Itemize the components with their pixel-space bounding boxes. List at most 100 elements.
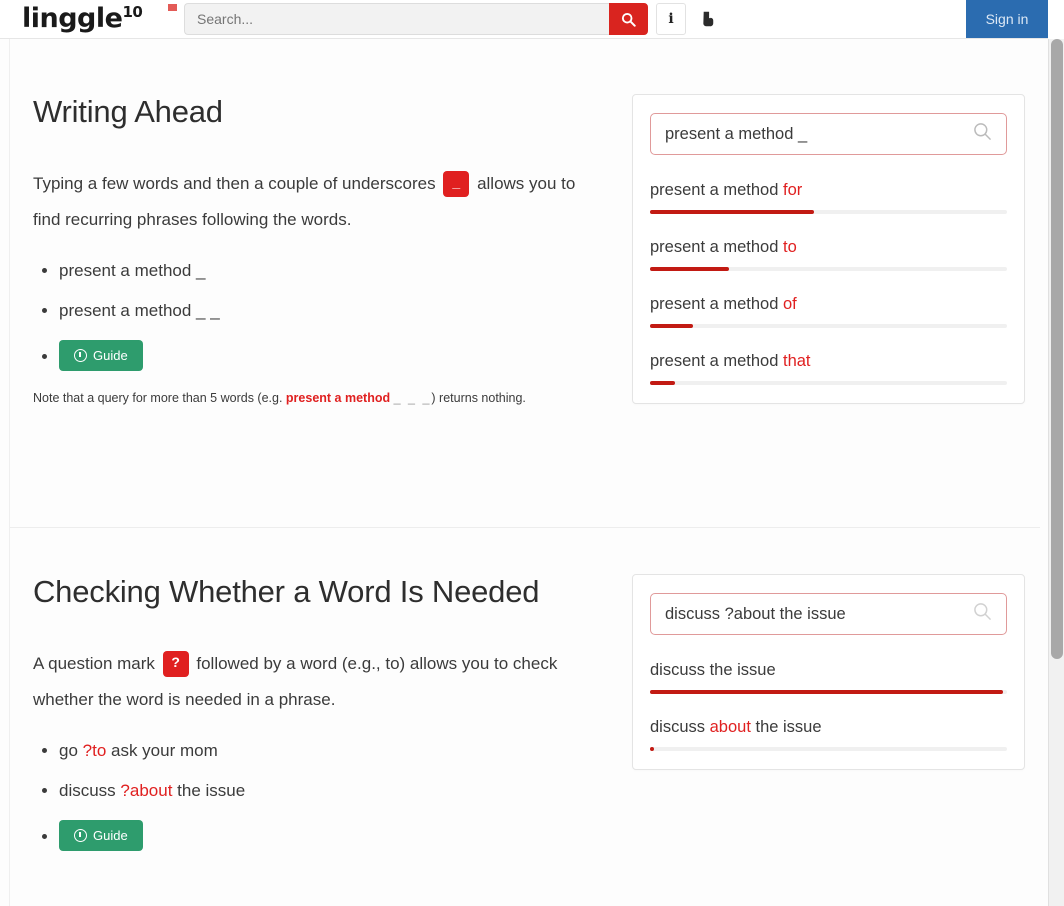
- guide-icon: [74, 829, 87, 842]
- card-query-text: discuss ?about the issue: [665, 604, 846, 623]
- result-row[interactable]: present a method for: [650, 179, 1007, 214]
- guide-button-label: Guide: [93, 828, 128, 843]
- example-highlight: ?to: [82, 741, 107, 760]
- result-text: present a method for: [650, 179, 1007, 201]
- result-highlight: of: [783, 295, 797, 313]
- result-suffix: the issue: [750, 718, 822, 736]
- search-icon: [974, 603, 991, 620]
- hand-pointer-icon: [703, 11, 714, 27]
- result-bar-track: [650, 747, 1007, 751]
- result-row[interactable]: discuss about the issue: [650, 716, 1007, 751]
- card-query-text: present a method _: [665, 124, 808, 143]
- result-row[interactable]: present a method that: [650, 350, 1007, 385]
- section2-example-list: go ?to ask your mom discuss ?about the i…: [33, 740, 613, 851]
- list-item[interactable]: present a method _: [59, 260, 613, 282]
- result-bar-fill: [650, 381, 675, 385]
- result-prefix: present a method: [650, 181, 783, 199]
- result-text: present a method that: [650, 350, 1007, 372]
- result-bar-track: [650, 210, 1007, 214]
- result-bar-fill: [650, 747, 654, 751]
- brand-name: linggle: [22, 2, 123, 34]
- list-item: Guide: [59, 820, 613, 851]
- result-text: discuss about the issue: [650, 716, 1007, 738]
- section-divider: [10, 527, 1040, 528]
- result-bar-track: [650, 324, 1007, 328]
- result-bar-track: [650, 267, 1007, 271]
- note-underscores: _ _ _: [393, 391, 432, 405]
- result-text: present a method to: [650, 236, 1007, 258]
- example-text: present a method _ _: [59, 301, 220, 320]
- list-item[interactable]: present a method _ _: [59, 300, 613, 322]
- section2-description-before: A question mark: [33, 654, 155, 673]
- left-edge-rule: [9, 39, 10, 906]
- example-prefix: go: [59, 741, 83, 760]
- guide-icon: [74, 349, 87, 362]
- section1-description-before: Typing a few words and then a couple of …: [33, 174, 436, 193]
- brand-superscript: 10: [122, 2, 143, 21]
- info-button[interactable]: i: [656, 3, 686, 35]
- section1-left-column: Writing Ahead Typing a few words and the…: [33, 94, 613, 407]
- example-suffix: the issue: [172, 781, 246, 800]
- note-suffix: ) returns nothing.: [431, 391, 526, 405]
- card-search-box-1[interactable]: present a method _: [650, 113, 1007, 155]
- top-header: linggle10 i Sign in: [0, 0, 1048, 39]
- result-highlight: to: [783, 238, 797, 256]
- section2-left-column: Checking Whether a Word Is Needed A ques…: [33, 574, 613, 869]
- section1-right-column: present a method _ present a method for: [632, 94, 1025, 404]
- example-suffix: ask your mom: [106, 741, 218, 760]
- guide-button[interactable]: Guide: [59, 340, 143, 371]
- search-button[interactable]: [609, 3, 648, 35]
- guide-button-label: Guide: [93, 348, 128, 363]
- card-search-box-2[interactable]: discuss ?about the issue: [650, 593, 1007, 635]
- result-highlight: about: [709, 718, 751, 736]
- section2-right-column: discuss ?about the issue discuss the iss…: [632, 574, 1025, 770]
- result-prefix: discuss: [650, 718, 710, 736]
- header-search-group: i: [184, 3, 724, 35]
- result-row[interactable]: present a method of: [650, 293, 1007, 328]
- search-icon: [621, 12, 636, 27]
- result-prefix: present a method: [650, 295, 783, 313]
- hand-pointer-button[interactable]: [696, 4, 724, 34]
- section1-note: Note that a query for more than 5 words …: [33, 389, 598, 407]
- section1-description: Typing a few words and then a couple of …: [33, 166, 603, 238]
- brand-mark-icon: [168, 3, 177, 11]
- scrollbar-thumb[interactable]: [1051, 39, 1063, 659]
- result-card-2: discuss ?about the issue discuss the iss…: [632, 574, 1025, 770]
- card-search-icon-wrap: [973, 602, 992, 626]
- example-highlight: ?about: [120, 781, 173, 800]
- linggle-logo[interactable]: linggle10: [22, 2, 177, 34]
- sign-in-button[interactable]: Sign in: [966, 0, 1048, 38]
- list-item[interactable]: go ?to ask your mom: [59, 740, 613, 762]
- page-content: Writing Ahead Typing a few words and the…: [0, 39, 1048, 906]
- result-prefix: present a method: [650, 352, 783, 370]
- card-search-icon-wrap: [973, 122, 992, 146]
- result-row[interactable]: present a method to: [650, 236, 1007, 271]
- result-text: discuss the issue: [650, 659, 1007, 681]
- result-bar-fill: [650, 210, 815, 214]
- result-highlight: that: [783, 352, 811, 370]
- example-text: present a method _: [59, 261, 206, 280]
- page-title-writing-ahead: Writing Ahead: [33, 94, 223, 129]
- underscore-badge: _: [443, 170, 470, 197]
- result-prefix: discuss the issue: [650, 661, 776, 679]
- result-bar-fill: [650, 267, 729, 271]
- guide-button[interactable]: Guide: [59, 820, 143, 851]
- result-bar-track: [650, 690, 1007, 694]
- result-text: present a method of: [650, 293, 1007, 315]
- list-item: Guide: [59, 340, 613, 371]
- result-bar-fill: [650, 324, 693, 328]
- result-bar-track: [650, 381, 1007, 385]
- page-title-checking-word: Checking Whether a Word Is Needed: [33, 574, 540, 609]
- search-icon: [974, 123, 991, 140]
- search-input[interactable]: [184, 3, 609, 35]
- result-card-1: present a method _ present a method for: [632, 94, 1025, 404]
- result-bar-fill: [650, 690, 1004, 694]
- result-row[interactable]: discuss the issue: [650, 659, 1007, 694]
- result-highlight: for: [783, 181, 803, 199]
- vertical-scrollbar[interactable]: [1048, 39, 1064, 906]
- example-prefix: discuss: [59, 781, 121, 800]
- section1-example-list: present a method _ present a method _ _ …: [33, 260, 613, 371]
- note-query-bold: present a method: [285, 391, 391, 405]
- question-mark-badge: ?: [162, 650, 189, 677]
- list-item[interactable]: discuss ?about the issue: [59, 780, 613, 802]
